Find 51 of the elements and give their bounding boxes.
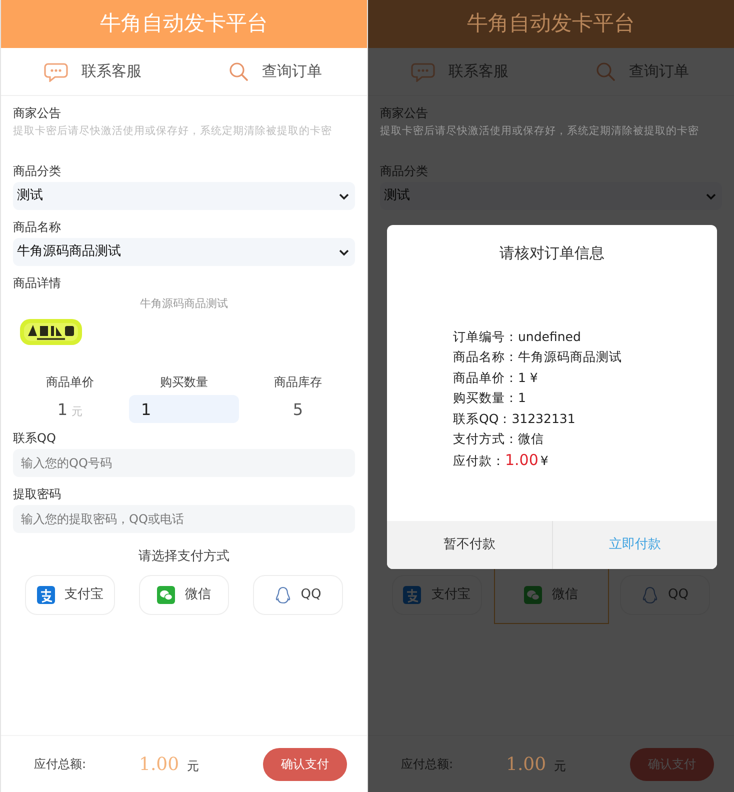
order-detail-line: 支付方式：微信 <box>453 430 544 448</box>
app-title: 牛角自动发卡平台 <box>467 10 635 38</box>
chevron-icon <box>339 192 349 200</box>
field-label: 商品详情 <box>13 275 61 292</box>
app-title: 牛角自动发卡平台 <box>100 10 268 38</box>
total-label: 应付总额: <box>401 756 454 773</box>
total-label: 应付总额: <box>34 756 88 773</box>
search-icon <box>229 62 248 81</box>
column-label: 商品库存 <box>274 374 322 391</box>
input-field[interactable]: 输入您的提取密码，QQ或电话 <box>13 505 355 533</box>
payment-option[interactable]: QQ <box>253 575 343 615</box>
notice-text: 提取卡密后请尽快激活使用或保存好，系统定期清除被提取的卡密 <box>380 124 700 139</box>
value-text: 1 元 <box>57 399 83 421</box>
field-label: 商品分类 <box>13 163 61 180</box>
currency-unit: 元 <box>554 758 566 775</box>
dialog-title: 请核对订单信息 <box>498 243 606 264</box>
order-detail-line: 订单编号：undefined <box>453 328 581 346</box>
wechat-icon <box>157 586 175 604</box>
currency-unit: 元 <box>187 758 200 775</box>
penguin-icon <box>274 586 291 604</box>
value-text: 5 <box>292 399 304 421</box>
order-detail-line: 应付款：1.00¥ <box>453 450 548 470</box>
field-label: 商品名称 <box>13 219 61 236</box>
select-field[interactable]: 牛角源码商品测试 <box>13 238 355 266</box>
total-amount: 1.00 <box>506 752 546 776</box>
total-amount: 1.00 <box>139 752 180 776</box>
column-label: 商品单价 <box>46 374 94 391</box>
chevron-icon <box>339 248 349 256</box>
product-description: 牛角源码商品测试 <box>139 296 229 312</box>
input-field[interactable]: 输入您的QQ号码 <box>13 449 355 477</box>
quantity-field[interactable]: 1 <box>129 395 239 423</box>
nav-link[interactable]: 联系客服 <box>1 48 184 95</box>
notice-title: 商家公告 <box>380 105 429 122</box>
field-label: 联系QQ <box>13 430 56 447</box>
nav-link[interactable]: 查询订单 <box>184 48 367 95</box>
payment-option[interactable]: 微信 <box>139 575 229 615</box>
order-detail-line: 联系QQ：31232131 <box>453 410 576 428</box>
order-detail-line: 商品名称：牛角源码商品测试 <box>453 348 622 366</box>
field-label: 提取密码 <box>13 486 61 503</box>
chat-icon <box>44 62 68 82</box>
payment-option[interactable]: 支付宝 <box>25 575 115 615</box>
notice-title: 商家公告 <box>13 105 62 122</box>
order-detail-line: 购买数量：1 <box>453 389 526 407</box>
confirm-payment-button[interactable]: 确认支付 <box>263 748 347 780</box>
select-field[interactable]: 测试 <box>13 182 355 210</box>
field-label: 商品分类 <box>380 163 428 180</box>
alipay-icon <box>36 586 54 604</box>
notice-text: 提取卡密后请尽快激活使用或保存好，系统定期清除被提取的卡密 <box>13 124 333 139</box>
payment-prompt: 请选择支付方式 <box>138 548 230 566</box>
order-detail-line: 商品单价：1 ¥ <box>453 368 538 386</box>
column-label: 购买数量 <box>160 374 208 391</box>
